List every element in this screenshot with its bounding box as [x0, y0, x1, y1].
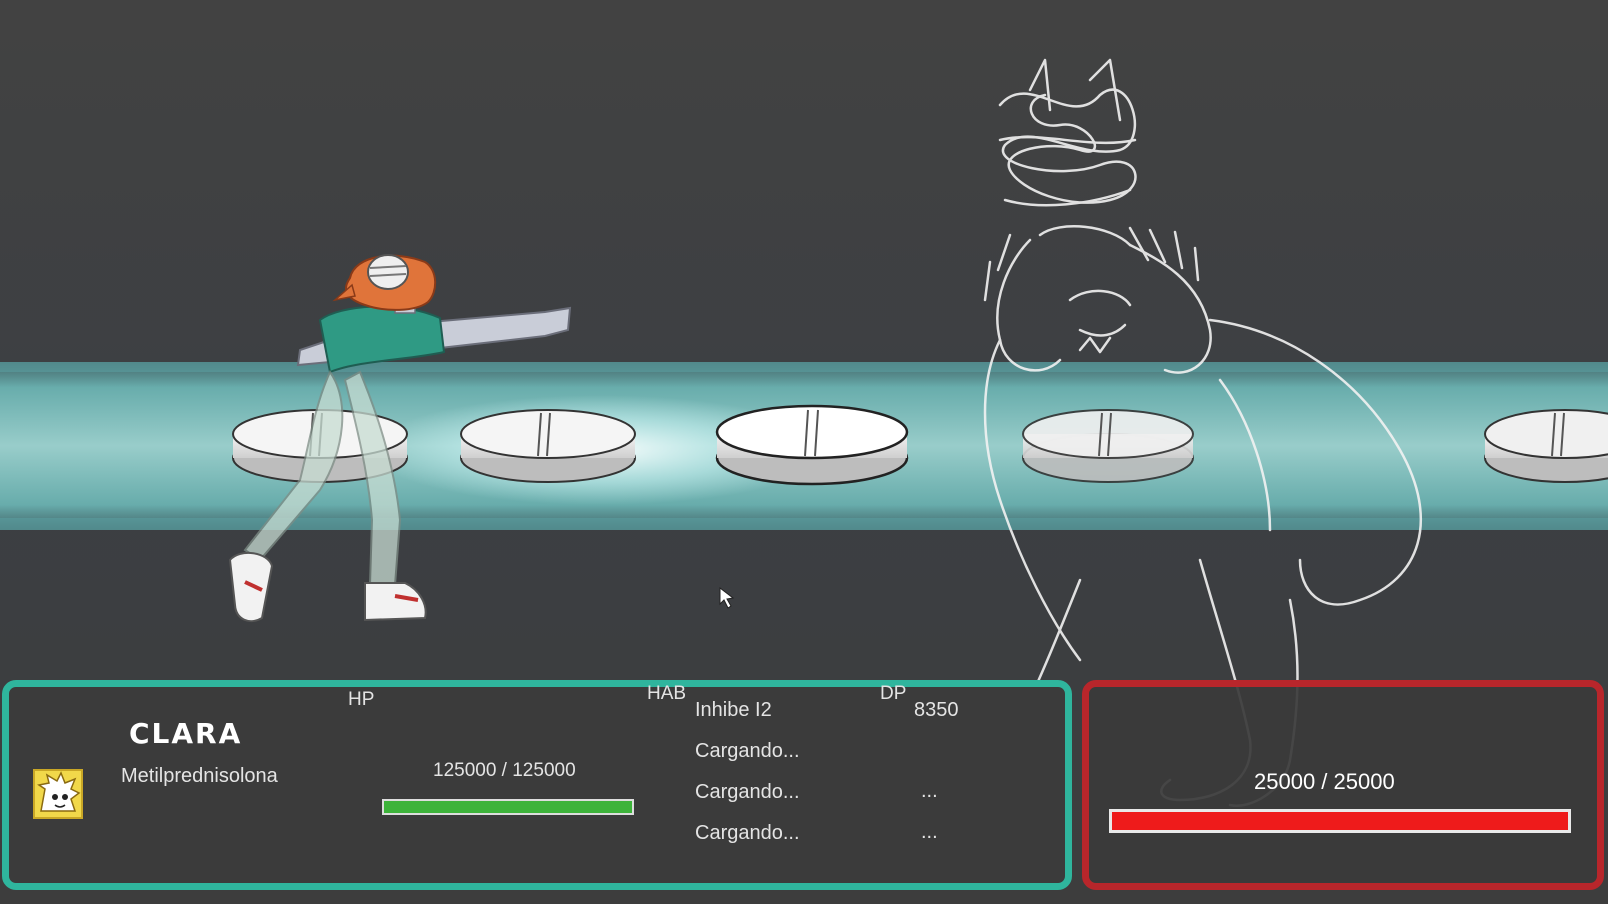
- pill-5: [1484, 409, 1608, 483]
- ability-name[interactable]: Cargando...: [695, 822, 800, 845]
- enemy-hp-text: 25000 / 25000: [1254, 769, 1395, 794]
- hedgehog-portrait-icon: [35, 771, 81, 817]
- ability-dp: ...: [921, 821, 938, 843]
- player-name: CLARA: [129, 717, 243, 750]
- enemy-status-panel: 25000 / 25000: [1082, 680, 1604, 890]
- player-hp-text: 125000 / 125000: [433, 760, 576, 781]
- player-subtitle: Metilprednisolona: [121, 765, 278, 787]
- pill-3: [715, 404, 909, 486]
- hp-label: HP: [348, 689, 375, 710]
- player-portrait: [33, 769, 83, 819]
- ability-dp: 8350: [914, 699, 959, 721]
- ability-name[interactable]: Cargando...: [695, 740, 800, 763]
- dp-label: DP: [880, 683, 907, 704]
- hab-label: HAB: [647, 683, 687, 704]
- enemy-hp-bar: [1109, 809, 1571, 833]
- pill-4: [1022, 409, 1194, 483]
- enemy-hp-fill: [1112, 812, 1568, 830]
- player-hp-bar: [382, 799, 634, 815]
- ability-name[interactable]: Inhibe I2: [695, 699, 772, 722]
- ability-name[interactable]: Cargando...: [695, 781, 800, 804]
- ability-dp: ...: [921, 780, 938, 802]
- pill-2: [460, 409, 636, 483]
- player-hp-fill: [384, 801, 632, 813]
- player-status-panel: CLARA Metilprednisolona HP 125000 / 1250…: [2, 680, 1072, 890]
